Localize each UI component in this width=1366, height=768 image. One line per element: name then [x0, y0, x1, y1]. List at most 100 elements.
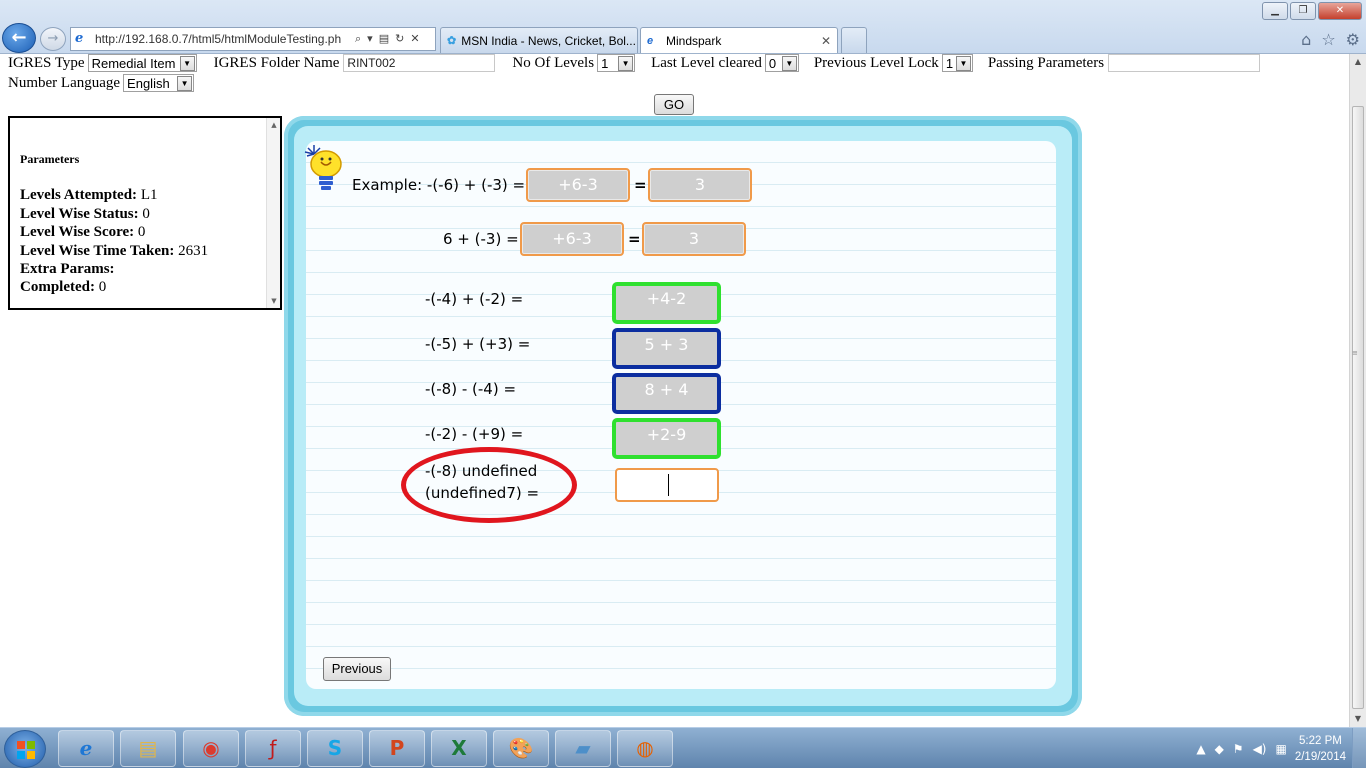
lightbulb-hint-icon[interactable] — [304, 144, 344, 194]
param-row: Levels Attempted: L1 — [20, 186, 208, 204]
excel-icon: X — [451, 736, 467, 760]
chevron-down-icon: ▼ — [618, 55, 634, 71]
chevron-down-icon: ▼ — [179, 55, 195, 71]
param-label: Level Wise Status: — [20, 205, 139, 222]
parameters-scrollbar[interactable]: ▲ ▼ — [266, 118, 280, 308]
question-text: -(-5) + (+3) = — [425, 335, 531, 353]
answer-input[interactable] — [615, 468, 719, 502]
param-value: 0 — [98, 279, 107, 296]
dropdown-icon[interactable]: ▾ — [367, 32, 373, 46]
taskbar: e ▤ ◉ ƒ S P X 🎨 ▰ ◍ ▲ ◆ ⚑ ◀) ▦ 5:22 PM 2… — [0, 727, 1366, 768]
start-button[interactable] — [4, 730, 46, 768]
taskbar-powerpoint[interactable]: P — [369, 730, 425, 767]
levels-label: No Of Levels — [512, 54, 595, 71]
search-icon[interactable]: ⌕ — [355, 32, 361, 46]
forward-button[interactable]: → — [40, 27, 66, 51]
back-arrow-icon: ← — [11, 27, 27, 48]
favorites-star-icon[interactable]: ☆ — [1321, 30, 1335, 49]
stop-icon[interactable]: ✕ — [410, 32, 419, 46]
new-tab-button[interactable] — [841, 27, 867, 53]
parameters-list: Parameters Levels Attempted: L1 Level Wi… — [20, 150, 208, 297]
tab-mindspark[interactable]: e Mindspark ✕ — [640, 27, 838, 53]
scroll-up-icon[interactable]: ▲ — [267, 118, 281, 132]
refresh-icon[interactable]: ↻ — [395, 32, 404, 46]
levels-select[interactable]: 1 ▼ — [597, 54, 636, 72]
taskbar-chrome[interactable]: ◉ — [183, 730, 239, 767]
last-cleared-select[interactable]: 0 ▼ — [764, 54, 799, 72]
scroll-up-icon[interactable]: ▲ — [1350, 54, 1366, 70]
taskbar-notepad[interactable]: ▰ — [555, 730, 611, 767]
param-row: Level Wise Score: 0 — [20, 223, 208, 241]
toolbar-icons: ⌂ ☆ ⚙ — [1301, 30, 1360, 49]
tab-close-icon[interactable]: ✕ — [821, 34, 831, 48]
chevron-down-icon: ▼ — [781, 55, 797, 71]
param-label: Level Wise Score: — [20, 224, 135, 241]
system-tray: ▲ ◆ ⚑ ◀) ▦ 5:22 PM 2/19/2014 — [1156, 728, 1366, 768]
equals-sign: = — [634, 176, 647, 194]
prev-lock-value: 1 — [945, 55, 954, 71]
close-window-button[interactable]: ✕ — [1318, 2, 1362, 20]
example-question-2: 6 + (-3) = — [443, 230, 519, 248]
go-button[interactable]: GO — [654, 94, 694, 115]
clock-time: 5:22 PM — [1299, 734, 1342, 747]
param-label: Completed: — [20, 279, 95, 296]
scrollbar-thumb[interactable] — [1352, 106, 1364, 709]
address-text[interactable]: http://192.168.0.7/html5/htmlModuleTesti… — [95, 32, 351, 46]
flash-icon: ƒ — [269, 736, 277, 760]
network-icon[interactable]: ▦ — [1275, 742, 1286, 756]
param-label: Level Wise Time Taken: — [20, 242, 175, 259]
tray-icons: ▲ ◆ ⚑ ◀) ▦ — [1196, 742, 1287, 756]
prev-lock-select[interactable]: 1 ▼ — [941, 54, 973, 72]
chevron-down-icon: ▼ — [177, 75, 193, 91]
taskbar-firefox[interactable]: ◍ — [617, 730, 673, 767]
home-icon[interactable]: ⌂ — [1301, 30, 1311, 49]
answer-box-wrong: 8 + 4 — [612, 373, 721, 414]
minimize-button[interactable]: ▁ — [1262, 2, 1288, 20]
taskbar-file-explorer[interactable]: ▤ — [120, 730, 176, 767]
example-result-box: 3 — [648, 168, 752, 202]
levels-value: 1 — [601, 55, 609, 71]
page-scrollbar[interactable]: ▲ ≡ ▼ — [1349, 54, 1366, 727]
chrome-icon: ◉ — [202, 736, 220, 760]
taskbar-paint[interactable]: 🎨 — [493, 730, 549, 767]
passing-params-input[interactable] — [1108, 54, 1261, 72]
param-row: Completed: 0 — [20, 278, 208, 296]
passing-params-label: Passing Parameters — [987, 54, 1105, 71]
ie-page-icon: e — [75, 31, 84, 46]
answer-box-wrong: 5 + 3 — [612, 328, 721, 369]
red-highlight-circle — [401, 447, 577, 523]
igres-type-label: IGRES Type — [8, 54, 85, 71]
param-row: Level Wise Time Taken: 2631 — [20, 242, 208, 260]
compatibility-icon[interactable]: ▤ — [379, 32, 389, 46]
taskbar-skype[interactable]: S — [307, 730, 363, 767]
scroll-down-icon[interactable]: ▼ — [1350, 711, 1366, 727]
volume-icon[interactable]: ◀) — [1253, 742, 1267, 756]
restore-button[interactable]: ❐ — [1290, 2, 1316, 20]
show-hidden-icons-icon[interactable]: ▲ — [1196, 742, 1205, 756]
clock[interactable]: 5:22 PM 2/19/2014 — [1295, 733, 1346, 765]
scrollbar-grip-icon: ≡ — [1352, 349, 1358, 357]
taskbar-internet-explorer[interactable]: e — [58, 730, 114, 767]
example-result-box-2: 3 — [642, 222, 746, 256]
question-text: -(-2) - (+9) = — [425, 425, 524, 443]
taskbar-flash[interactable]: ƒ — [245, 730, 301, 767]
show-desktop-button[interactable] — [1352, 728, 1366, 768]
taskbar-excel[interactable]: X — [431, 730, 487, 767]
back-button[interactable]: ← — [2, 23, 36, 53]
settings-gear-icon[interactable]: ⚙ — [1346, 30, 1360, 49]
folder-name-input[interactable]: RINT002 — [343, 54, 496, 72]
language-select[interactable]: English ▼ — [123, 74, 195, 92]
window-controls: ▁ ❐ ✕ — [1262, 2, 1362, 20]
param-row: Extra Params: — [20, 260, 208, 278]
action-center-flag-icon[interactable]: ⚑ — [1233, 742, 1244, 756]
address-tools: ⌕ ▾ ▤ ↻ ✕ — [355, 32, 420, 46]
tab-label: MSN India - News, Cricket, Bol... — [461, 33, 636, 48]
example-question: Example: -(-6) + (-3) = — [352, 176, 525, 194]
igres-type-select[interactable]: Remedial Item ▼ — [87, 54, 197, 72]
ie-page-icon: e — [647, 34, 654, 47]
scroll-down-icon[interactable]: ▼ — [267, 294, 281, 308]
address-bar[interactable]: e http://192.168.0.7/html5/htmlModuleTes… — [70, 27, 436, 51]
tab-msn[interactable]: ✿ MSN India - News, Cricket, Bol... — [440, 27, 638, 53]
previous-button[interactable]: Previous — [323, 657, 391, 681]
antivirus-icon[interactable]: ◆ — [1215, 742, 1224, 756]
